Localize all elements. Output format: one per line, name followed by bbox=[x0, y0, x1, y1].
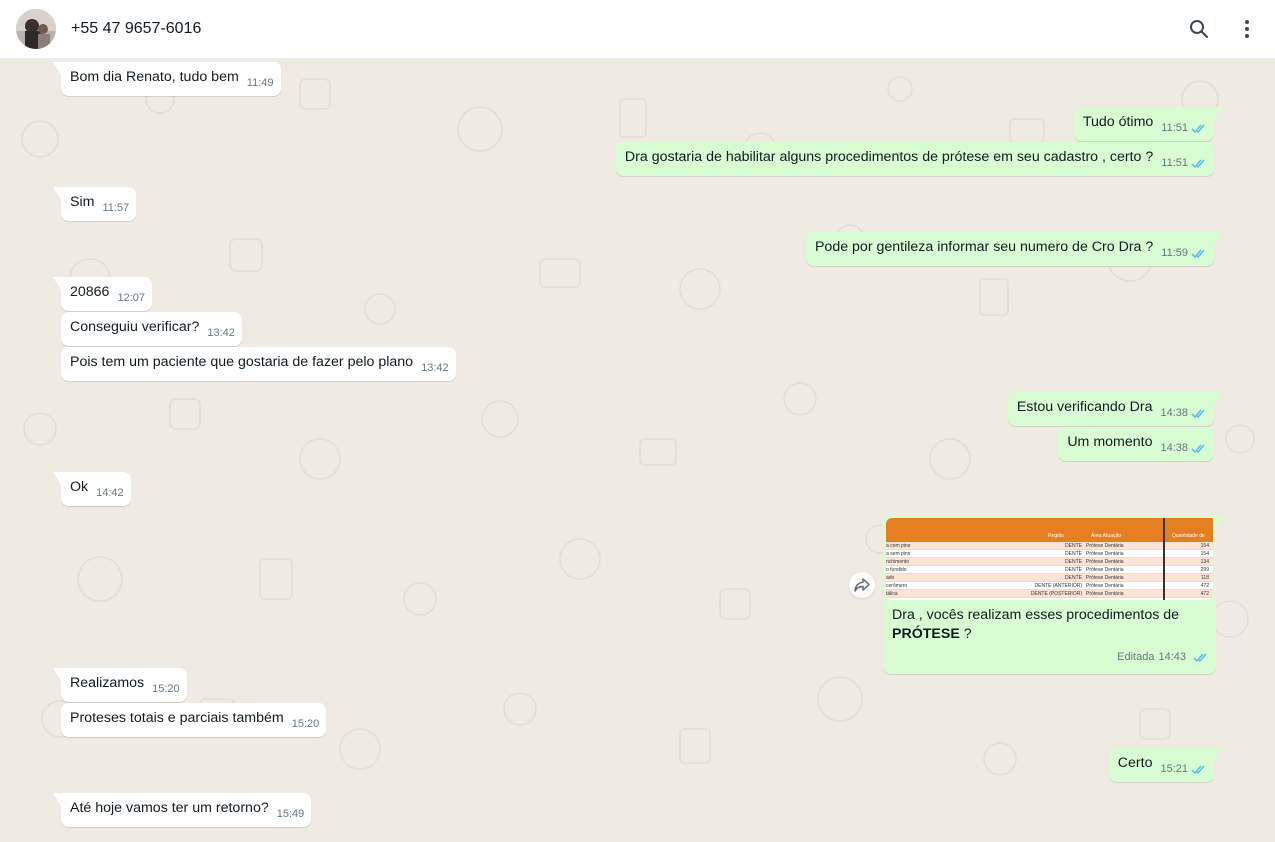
sheet-cell: 134 bbox=[1200, 559, 1209, 565]
sheet-cell: Prótese Dentária bbox=[1086, 559, 1124, 565]
double-check-icon bbox=[1191, 444, 1205, 454]
avatar[interactable] bbox=[16, 9, 56, 49]
message-time: 11:49 bbox=[246, 77, 274, 89]
message-outgoing[interactable]: Dra gostaria de habilitar alguns procedi… bbox=[615, 142, 1214, 176]
edited-label: Editada bbox=[1117, 651, 1155, 663]
search-icon[interactable] bbox=[1187, 17, 1211, 41]
sheet-cell: DENTE (ANTERIOR) bbox=[1034, 583, 1083, 589]
message-incoming[interactable]: 20866 12:07 bbox=[53, 277, 152, 311]
double-check-icon bbox=[1191, 409, 1205, 419]
message-text: Até hoje vamos ter um retorno? bbox=[70, 800, 269, 816]
message-time: 14:42 bbox=[96, 487, 124, 499]
sheet-header: Região Área Atuação Quantidade de bbox=[886, 518, 1213, 600]
sheet-col-header: Área Atuação bbox=[1091, 533, 1122, 539]
message-incoming[interactable]: Realizamos 15:20 bbox=[53, 668, 187, 702]
message-text: Bom dia Renato, tudo bem bbox=[70, 69, 239, 85]
message-text: Proteses totais e parciais também bbox=[70, 710, 284, 726]
sheet-cell: 472 bbox=[1200, 591, 1209, 597]
message-outgoing[interactable]: Estou verificando Dra 14:38 bbox=[1007, 392, 1223, 426]
sheet-cell: DENTE bbox=[1065, 543, 1082, 549]
sheet-col-header: Região bbox=[1048, 533, 1064, 539]
double-check-icon bbox=[1191, 159, 1205, 169]
message-time: 15:49 bbox=[276, 808, 305, 820]
message-time: 11:59 bbox=[1161, 244, 1207, 263]
sheet-cell: 118 bbox=[1201, 575, 1209, 581]
sheet-cell: tálica bbox=[886, 591, 898, 597]
double-check-icon bbox=[1191, 124, 1205, 134]
sheet-cell: cerômero bbox=[886, 583, 908, 589]
sheet-cell: DENTE bbox=[1065, 567, 1082, 573]
sheet-cell: a com pino bbox=[886, 543, 911, 549]
spreadsheet-image[interactable]: Região Área Atuação Quantidade de a com … bbox=[886, 518, 1213, 600]
message-text: Ok bbox=[70, 479, 89, 495]
message-incoming[interactable]: Pois tem um paciente que gostaria de faz… bbox=[61, 347, 456, 381]
message-time: 15:20 bbox=[152, 683, 180, 695]
sheet-cell: o fundido bbox=[886, 567, 907, 573]
menu-icon[interactable] bbox=[1235, 17, 1259, 41]
message-time: 15:20 bbox=[291, 718, 320, 730]
message-time: 13:42 bbox=[207, 327, 235, 339]
message-text: 20866 bbox=[70, 284, 110, 300]
message-time: 11:57 bbox=[102, 202, 130, 214]
sheet-cell: Prótese Dentária bbox=[1086, 591, 1124, 597]
sheet-cell: 472 bbox=[1200, 583, 1209, 589]
message-outgoing[interactable]: Um momento 14:38 bbox=[1058, 427, 1214, 461]
sheet-cell: a sem pino bbox=[886, 551, 911, 557]
double-check-icon bbox=[1191, 249, 1205, 259]
message-text: Tudo ótimo bbox=[1082, 114, 1154, 130]
sheet-cell: Prótese Dentária bbox=[1086, 551, 1124, 557]
message-incoming[interactable]: Sim 11:57 bbox=[52, 187, 137, 221]
message-time: 11:51 bbox=[1161, 154, 1207, 173]
message-text: Pois tem um paciente que gostaria de faz… bbox=[70, 354, 414, 370]
double-check-icon bbox=[1193, 653, 1207, 663]
message-time: 14:38 bbox=[1160, 404, 1207, 423]
message-time: 11:51 bbox=[1161, 119, 1207, 138]
message-time: 12:07 bbox=[117, 292, 145, 304]
message-outgoing[interactable]: Tudo ótimo 11:51 bbox=[1073, 107, 1223, 141]
sheet-cell: ado bbox=[886, 575, 895, 581]
message-outgoing-image[interactable]: Região Área Atuação Quantidade de a com … bbox=[883, 515, 1224, 674]
sheet-cell: Prótese Dentária bbox=[1086, 567, 1124, 573]
message-time: 13:42 bbox=[421, 362, 449, 374]
message-incoming[interactable]: Proteses totais e parciais também 15:20 bbox=[61, 703, 327, 737]
message-time: 15:21 bbox=[1160, 760, 1207, 779]
sheet-cell: 154 bbox=[1200, 551, 1209, 557]
sheet-cell: DENTE bbox=[1065, 551, 1082, 557]
message-text: Certo bbox=[1117, 755, 1153, 771]
sheet-cell: DENTE (POSTERIOR) bbox=[1030, 591, 1082, 597]
message-text: Dra gostaria de habilitar alguns procedi… bbox=[624, 149, 1154, 165]
message-text: Um momento bbox=[1067, 434, 1153, 450]
image-caption: Dra , vocês realizam esses procedimentos… bbox=[892, 607, 1180, 642]
sheet-cell: DENTE bbox=[1065, 575, 1082, 581]
message-list[interactable]: Bom dia Renato, tudo bem 11:49 Tudo ótimo… bbox=[0, 59, 1275, 842]
message-incoming[interactable]: Ok 14:42 bbox=[53, 472, 131, 506]
message-text: Pode por gentileza informar seu numero d… bbox=[814, 239, 1154, 255]
message-time: 14:38 bbox=[1160, 439, 1207, 458]
contact-name[interactable]: +55 47 9657-6016 bbox=[71, 20, 201, 38]
forward-icon[interactable] bbox=[849, 572, 875, 598]
message-text: Conseguiu verificar? bbox=[70, 319, 200, 335]
message-incoming[interactable]: Até hoje vamos ter um retorno? 15:49 bbox=[52, 793, 312, 827]
message-text: Estou verificando Dra bbox=[1016, 399, 1153, 415]
message-outgoing[interactable]: Pode por gentileza informar seu numero d… bbox=[805, 232, 1223, 266]
message-outgoing[interactable]: Certo 15:21 bbox=[1108, 748, 1223, 782]
message-incoming[interactable]: Conseguiu verificar? 13:42 bbox=[61, 312, 242, 346]
sheet-cell: Prótese Dentária bbox=[1086, 583, 1124, 589]
message-text: Realizamos bbox=[70, 675, 145, 691]
message-incoming[interactable]: Bom dia Renato, tudo bem 11:49 bbox=[53, 62, 281, 96]
sheet-cell: 299 bbox=[1200, 567, 1209, 573]
sheet-cell: nchimento bbox=[886, 559, 910, 565]
message-time: Editada 14:43 bbox=[886, 648, 1213, 671]
sheet-col-header: Quantidade de bbox=[1172, 533, 1205, 539]
sheet-cell: DENTE bbox=[1065, 559, 1082, 565]
double-check-icon bbox=[1191, 765, 1205, 775]
sheet-cell: Prótese Dentária bbox=[1086, 575, 1124, 581]
chat-header: +55 47 9657-6016 bbox=[0, 0, 1275, 59]
message-text: Sim bbox=[70, 194, 95, 210]
